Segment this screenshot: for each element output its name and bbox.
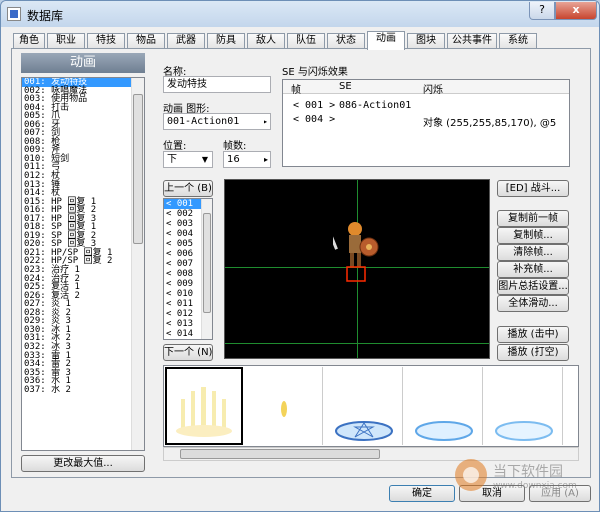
col-se: SE [339, 81, 352, 92]
scroll-thumb[interactable] [203, 213, 211, 313]
se-title: SE 与闪烁效果 [282, 67, 348, 78]
clear-frame-button[interactable]: 清除帧... [497, 244, 569, 261]
frames-value: 16 [227, 154, 240, 165]
tab-4[interactable]: 武器 [167, 33, 205, 49]
tab-1[interactable]: 职业 [47, 33, 85, 49]
graphic-field[interactable]: 001-Action01 ▸ [163, 113, 271, 130]
tab-9[interactable]: 动画 [367, 31, 405, 50]
se-table[interactable]: 帧 SE 闪烁 < 001 > 086-Action01 < 004 > 对象 … [282, 79, 570, 167]
battler-sprite-icon [333, 217, 379, 282]
frames-input[interactable]: 16 ▸ [223, 151, 271, 168]
close-button[interactable]: x [555, 2, 597, 20]
move-all-button[interactable]: 全体滑动... [497, 295, 569, 312]
se-row-flash[interactable]: 对象 (255,255,85,170), @5 [423, 114, 556, 129]
watermark-logo-icon [455, 459, 487, 491]
fill-frame-button[interactable]: 补充帧... [497, 261, 569, 278]
battle-button[interactable]: [ED] 战斗... [497, 180, 569, 197]
se-row-frame[interactable]: < 004 > [293, 114, 335, 125]
animation-list-scrollbar[interactable] [131, 78, 144, 450]
change-max-button[interactable]: 更改最大值... [21, 455, 145, 472]
chevron-down-icon: ▼ [201, 155, 208, 164]
name-input[interactable]: 发动特技 [163, 76, 271, 93]
ok-button[interactable]: 确定 [389, 485, 455, 502]
play-hit-button[interactable]: 播放 (击中) [497, 326, 569, 343]
watermark-url: www.downxia.com [493, 481, 577, 491]
position-label: 位置: [163, 141, 187, 152]
tab-10[interactable]: 图块 [407, 33, 445, 49]
cell-batch-button[interactable]: 图片总括设置... [497, 278, 569, 295]
light-burst-icon [176, 387, 232, 437]
tab-5[interactable]: 防具 [207, 33, 245, 49]
tab-11[interactable]: 公共事件 [447, 33, 497, 49]
magic-circle-icon [415, 421, 473, 441]
prev-frame-button[interactable]: 上一个 (B) [163, 180, 213, 197]
next-frame-button[interactable]: 下一个 (N) [163, 344, 213, 361]
magic-circle-icon [335, 421, 393, 441]
animation-list[interactable]: 001: 发动特技 002: 咏唱魔法 003: 使用物品 004: 打击 005: 爪… [21, 77, 145, 451]
thumbnail-cell[interactable] [245, 367, 323, 445]
help-button[interactable]: ? [529, 2, 555, 20]
list-item[interactable]: 037: 水 2 [22, 385, 144, 395]
browse-arrow-icon[interactable]: ▸ [264, 152, 268, 167]
titlebar: 数据库 ? x [1, 1, 599, 27]
se-row-se[interactable]: 086-Action01 [339, 100, 411, 111]
scroll-thumb[interactable] [133, 94, 143, 244]
frame-list-scrollbar[interactable] [201, 199, 212, 339]
tab-12[interactable]: 系统 [499, 33, 537, 49]
watermark: 当下软件园 www.downxia.com [453, 455, 589, 503]
tab-0[interactable]: 角色 [13, 33, 45, 49]
graphic-value: 001-Action01 [167, 116, 240, 127]
magic-circle-icon [495, 421, 553, 441]
frames-label: 帧数: [223, 141, 247, 152]
window-title: 数据库 [27, 9, 64, 23]
thumbnail-cell[interactable] [325, 367, 403, 445]
position-value: 下 [167, 154, 177, 165]
list-header: 动画 [21, 53, 145, 73]
thumbnail-cell[interactable] [165, 367, 243, 445]
browse-arrow-icon[interactable]: ▸ [263, 114, 268, 129]
col-flash: 闪烁 [423, 85, 443, 96]
copy-prev-frame-button[interactable]: 复制前一帧 [497, 210, 569, 227]
animation-canvas[interactable] [224, 179, 490, 359]
se-table-header: 帧 SE 闪烁 [283, 80, 569, 96]
scroll-thumb[interactable] [180, 449, 380, 459]
tab-7[interactable]: 队伍 [287, 33, 325, 49]
tab-6[interactable]: 敌人 [247, 33, 285, 49]
app-icon [7, 7, 21, 21]
thumbnail-cell[interactable] [405, 367, 483, 445]
tab-3[interactable]: 物品 [127, 33, 165, 49]
play-miss-button[interactable]: 播放 (打空) [497, 344, 569, 361]
tab-2[interactable]: 特技 [87, 33, 125, 49]
se-row-frame[interactable]: < 001 > [293, 100, 335, 111]
position-select[interactable]: 下 ▼ [163, 151, 213, 168]
copy-frame-button[interactable]: 复制帧... [497, 227, 569, 244]
cell-thumbnail-strip[interactable] [163, 365, 579, 447]
tab-8[interactable]: 状态 [327, 33, 365, 49]
thumbnail-cell[interactable] [485, 367, 563, 445]
col-frame: 帧 [291, 85, 301, 96]
spark-icon [281, 401, 287, 417]
database-window: 数据库 ? x 角色 职业 特技 物品 武器 防具 敌人 队伍 状态 动画 图块 公共事件 系统 动画 … [0, 0, 600, 512]
watermark-title: 当下软件园 [493, 464, 563, 480]
